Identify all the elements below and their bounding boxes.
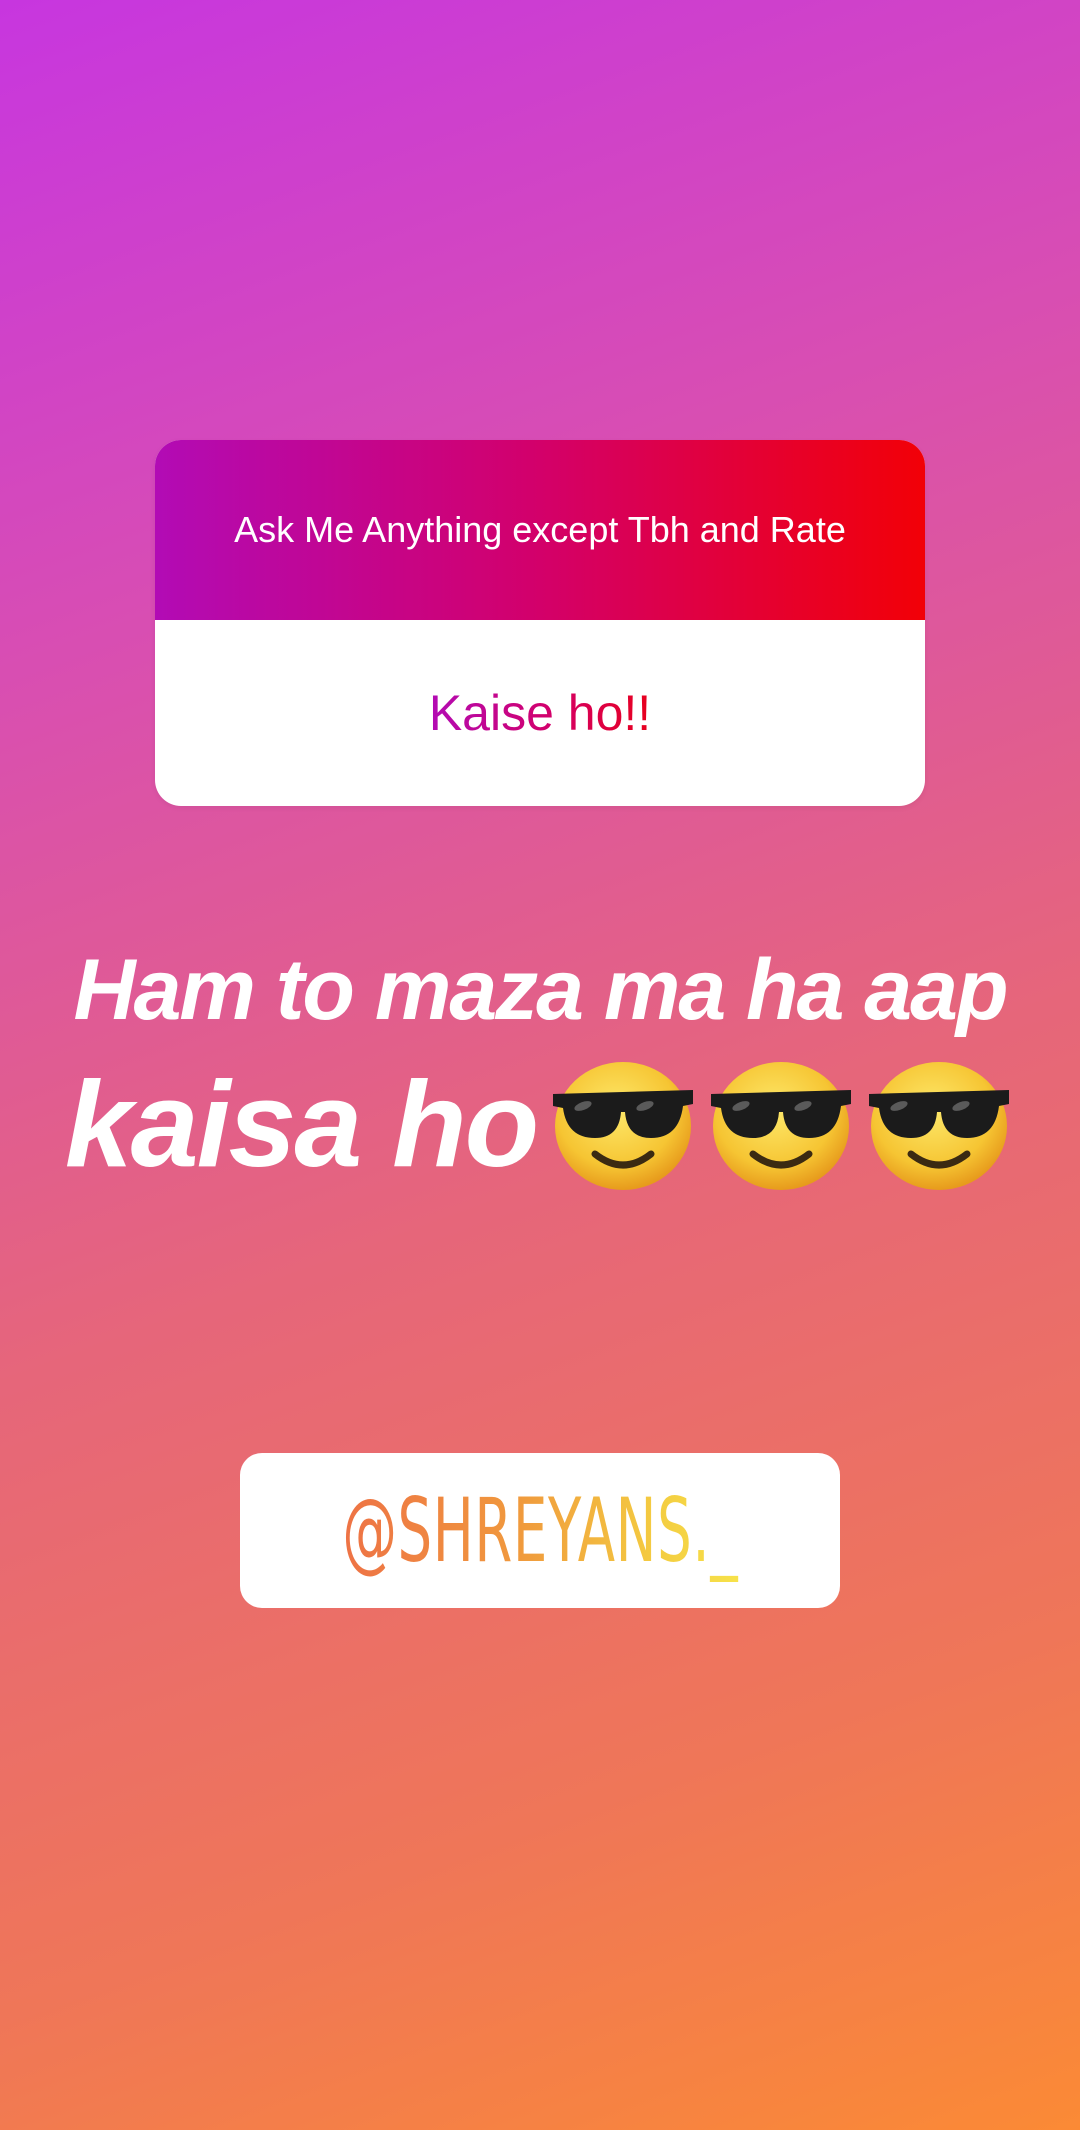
reply-line-1: Ham to maza ma ha aap	[73, 942, 1008, 1038]
mention-username: @SHREYANS._	[342, 1479, 738, 1582]
smiling-face-with-sunglasses-icon	[869, 1062, 1010, 1190]
question-prompt: Ask Me Anything except Tbh and Rate	[234, 509, 846, 550]
emoji-row	[547, 1054, 1015, 1194]
question-answer: Kaise ho!!	[428, 685, 652, 741]
reply-line-2-row: kaisa ho	[0, 1049, 1080, 1199]
smiling-face-with-sunglasses-icon	[553, 1062, 694, 1190]
question-answer-area: Kaise ho!!	[155, 620, 925, 806]
smiling-face-with-sunglasses-icon	[711, 1062, 852, 1190]
reply-text-block: Ham to maza ma ha aap kaisa ho	[0, 935, 1080, 1199]
question-header: Ask Me Anything except Tbh and Rate	[155, 440, 925, 620]
reply-line-2: kaisa ho	[64, 1056, 539, 1192]
mention-sticker[interactable]: @SHREYANS._	[240, 1453, 840, 1608]
question-sticker[interactable]: Ask Me Anything except Tbh and Rate Kais…	[155, 440, 925, 806]
